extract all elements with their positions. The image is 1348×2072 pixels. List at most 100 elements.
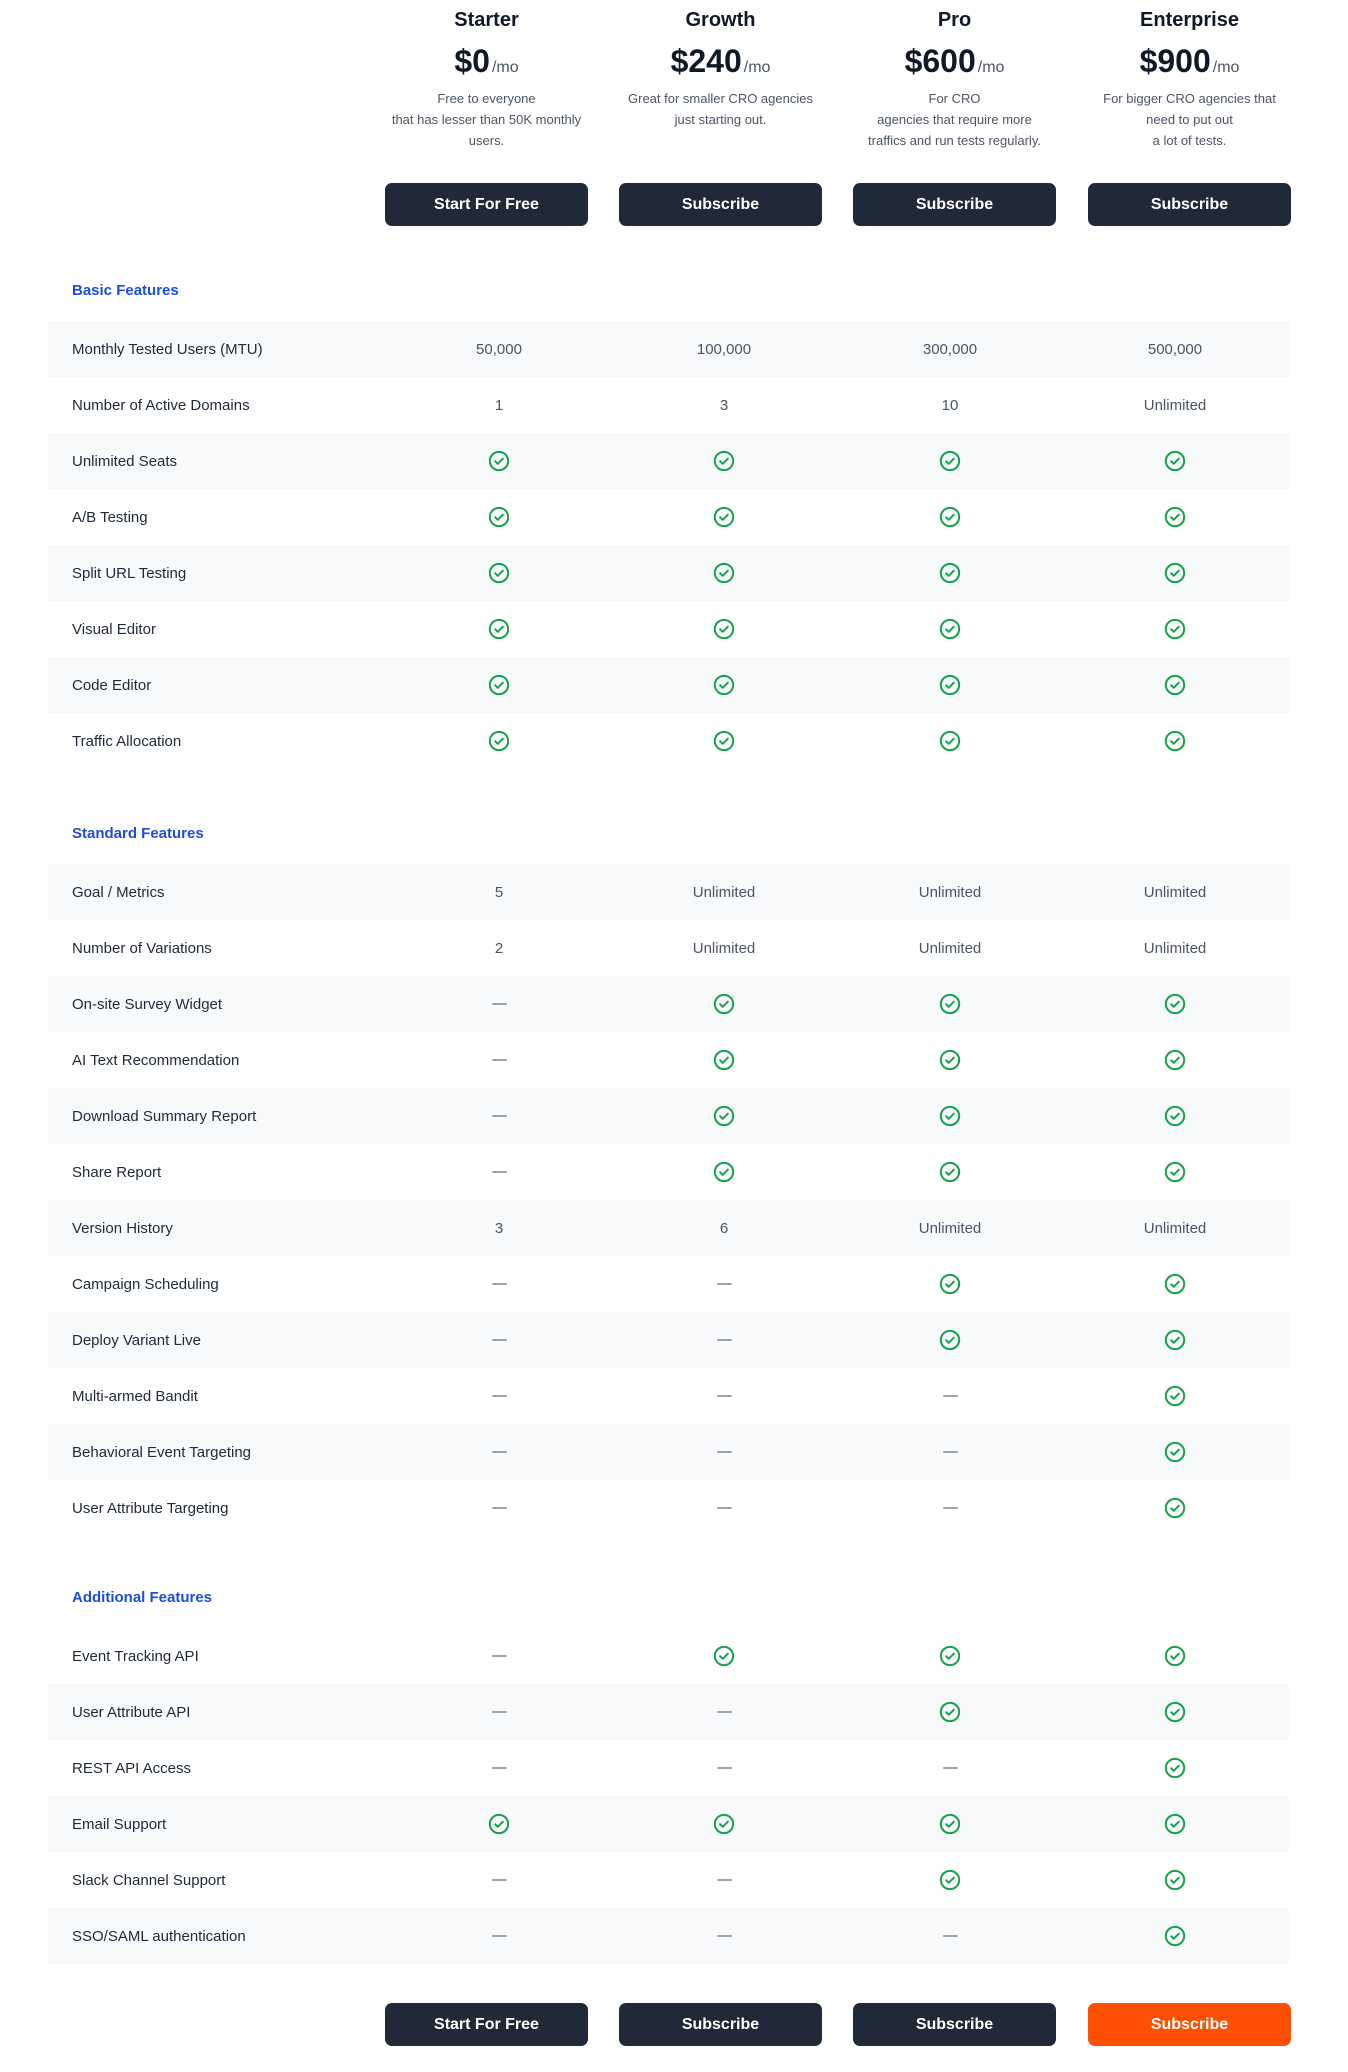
table-row: Number of Variations 2 Unlimited Unlimited U… xyxy=(48,920,1289,976)
check-circle-icon xyxy=(1115,1144,1235,1200)
start-for-free-button-bottom[interactable]: Start For Free xyxy=(385,2003,588,2046)
section-title: Standard Features xyxy=(72,825,204,842)
table-row: Download Summary Report xyxy=(48,1088,1289,1144)
dash-icon xyxy=(890,1424,1010,1480)
cell-value: 500,000 xyxy=(1147,340,1203,358)
check-circle-icon xyxy=(1115,1256,1235,1312)
cell-value: 5 xyxy=(494,883,504,901)
table-row: Slack Channel Support xyxy=(48,1852,1289,1908)
dash-icon xyxy=(890,1908,1010,1964)
table-row: Goal / Metrics 5 Unlimited Unlimited Unlimit… xyxy=(48,864,1289,920)
feature-label: REST API Access xyxy=(72,1759,191,1777)
cell-value: Unlimited xyxy=(692,939,756,957)
cell-value: Unlimited xyxy=(918,939,982,957)
subscribe-growth-button-bottom[interactable]: Subscribe xyxy=(619,2003,822,2046)
table-row: Traffic Allocation xyxy=(48,713,1289,769)
dash-icon xyxy=(439,1628,559,1684)
subscribe-growth-button[interactable]: Subscribe xyxy=(619,183,822,226)
feature-label: On-site Survey Widget xyxy=(72,995,223,1013)
table-row: Code Editor xyxy=(48,657,1289,713)
price-period: /mo xyxy=(1212,59,1240,76)
dash-icon xyxy=(664,1908,784,1964)
cell-value: Unlimited xyxy=(1143,396,1207,414)
table-row: Unlimited Seats xyxy=(48,433,1289,489)
check-circle-icon xyxy=(664,713,784,769)
subscribe-pro-button[interactable]: Subscribe xyxy=(853,183,1056,226)
price-period: /mo xyxy=(491,59,519,76)
feature-label: Deploy Variant Live xyxy=(72,1331,201,1349)
check-circle-icon xyxy=(890,1144,1010,1200)
plan-growth: Growth $240/mo Great for smaller CRO age… xyxy=(619,0,822,154)
cell-value: 2 xyxy=(494,939,504,957)
feature-label: Multi-armed Bandit xyxy=(72,1387,198,1405)
table-row: REST API Access xyxy=(48,1740,1289,1796)
feature-label: Traffic Allocation xyxy=(72,732,182,750)
check-circle-icon xyxy=(1115,976,1235,1032)
check-circle-icon xyxy=(664,976,784,1032)
cell-value: 10 xyxy=(941,396,959,414)
dash-icon xyxy=(664,1852,784,1908)
price-period: /mo xyxy=(977,59,1005,76)
check-circle-icon xyxy=(1115,713,1235,769)
check-circle-icon xyxy=(890,433,1010,489)
check-circle-icon xyxy=(890,1796,1010,1852)
table-row: User Attribute API xyxy=(48,1684,1289,1740)
dash-icon xyxy=(664,1684,784,1740)
subscribe-pro-button-bottom[interactable]: Subscribe xyxy=(853,2003,1056,2046)
check-circle-icon xyxy=(664,1088,784,1144)
check-circle-icon xyxy=(439,601,559,657)
table-row: Monthly Tested Users (MTU) 50,000 100,000 3… xyxy=(48,321,1289,377)
plan-header: Starter $0/mo Free to everyone that has … xyxy=(0,0,1348,240)
dash-icon xyxy=(664,1256,784,1312)
check-circle-icon xyxy=(1115,1368,1235,1424)
dash-icon xyxy=(439,976,559,1032)
check-circle-icon xyxy=(439,433,559,489)
cell-value: 3 xyxy=(494,1219,504,1237)
dash-icon xyxy=(439,1032,559,1088)
dash-icon xyxy=(664,1312,784,1368)
feature-label: A/B Testing xyxy=(72,508,148,526)
cell-value: 300,000 xyxy=(922,340,978,358)
check-circle-icon xyxy=(890,601,1010,657)
price-period: /mo xyxy=(743,59,771,76)
dash-icon xyxy=(664,1740,784,1796)
feature-label: Goal / Metrics xyxy=(72,883,165,901)
table-row: Split URL Testing xyxy=(48,545,1289,601)
dash-icon xyxy=(439,1368,559,1424)
dash-icon xyxy=(439,1144,559,1200)
section-title: Basic Features xyxy=(72,282,179,299)
feature-label: Monthly Tested Users (MTU) xyxy=(72,340,263,358)
subscribe-enterprise-button[interactable]: Subscribe xyxy=(1088,183,1291,226)
cell-value: Unlimited xyxy=(918,883,982,901)
feature-label: Event Tracking API xyxy=(72,1647,199,1665)
check-circle-icon xyxy=(664,1628,784,1684)
check-circle-icon xyxy=(664,1796,784,1852)
check-circle-icon xyxy=(1115,1312,1235,1368)
feature-label: Download Summary Report xyxy=(72,1107,257,1125)
plan-enterprise: Enterprise $900/mo For bigger CRO agenci… xyxy=(1088,0,1291,154)
plan-pro: Pro $600/mo For CRO agencies that requir… xyxy=(853,0,1056,154)
subscribe-enterprise-button-bottom[interactable]: Subscribe xyxy=(1088,2003,1291,2046)
dash-icon xyxy=(439,1312,559,1368)
check-circle-icon xyxy=(1115,1740,1235,1796)
table-row: Visual Editor xyxy=(48,601,1289,657)
table-row: A/B Testing xyxy=(48,489,1289,545)
feature-label: Unlimited Seats xyxy=(72,452,178,470)
check-circle-icon xyxy=(664,489,784,545)
dash-icon xyxy=(439,1424,559,1480)
check-circle-icon xyxy=(1115,1684,1235,1740)
check-circle-icon xyxy=(1115,1424,1235,1480)
start-for-free-button[interactable]: Start For Free xyxy=(385,183,588,226)
check-circle-icon xyxy=(439,545,559,601)
feature-label: User Attribute API xyxy=(72,1703,191,1721)
feature-label: Campaign Scheduling xyxy=(72,1275,219,1293)
check-circle-icon xyxy=(1115,1628,1235,1684)
cell-value: Unlimited xyxy=(1143,1219,1207,1237)
check-circle-icon xyxy=(664,1032,784,1088)
feature-label: Split URL Testing xyxy=(72,564,187,582)
section-title: Additional Features xyxy=(72,1589,213,1606)
check-circle-icon xyxy=(1115,489,1235,545)
feature-label: User Attribute Targeting xyxy=(72,1499,229,1517)
cell-value: Unlimited xyxy=(1143,939,1207,957)
plan-name: Starter xyxy=(454,9,519,31)
